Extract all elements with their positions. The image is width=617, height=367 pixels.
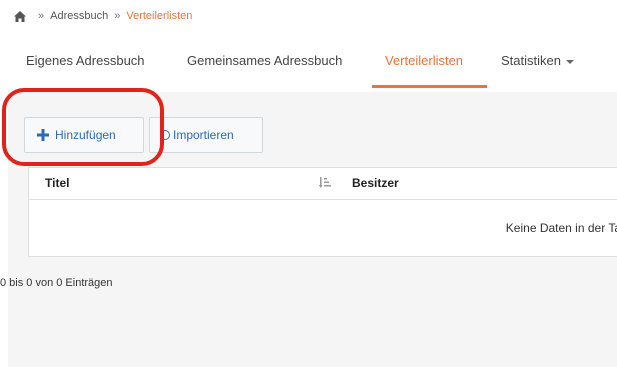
tab-statistiken-label: Statistiken (501, 53, 561, 68)
tab-bar: Eigenes Adressbuch Gemeinsames Adressbuc… (0, 40, 617, 88)
column-header-titel[interactable]: Titel (45, 168, 69, 198)
sort-icon[interactable] (319, 177, 331, 189)
empty-table-message: Keine Daten in der Ta (505, 221, 617, 235)
add-button[interactable]: Hinzufügen (24, 117, 144, 153)
breadcrumb-separator: » (114, 10, 121, 22)
home-icon[interactable] (14, 10, 26, 22)
content-panel: Hinzufügen Importieren Titel Besitzer Ke… (0, 92, 617, 367)
import-button-label: Importieren (173, 128, 234, 142)
column-header-besitzer[interactable]: Besitzer (352, 168, 399, 198)
breadcrumb-separator: » (38, 10, 45, 22)
plus-icon (37, 129, 49, 141)
distribution-list-table: Titel Besitzer Keine Daten in der Ta (28, 167, 617, 257)
breadcrumb-current: Verteilerlisten (126, 10, 193, 22)
table-info: 0 bis 0 von 0 Einträgen (0, 277, 113, 289)
breadcrumb-adressbuch[interactable]: Adressbuch (50, 10, 108, 22)
add-button-label: Hinzufügen (55, 128, 116, 142)
table-header: Titel Besitzer (29, 168, 617, 200)
tab-statistiken[interactable]: Statistiken (501, 40, 574, 85)
caret-down-icon (565, 59, 574, 64)
tab-verteilerlisten[interactable]: Verteilerlisten (385, 40, 463, 85)
tab-gemeinsames-adressbuch[interactable]: Gemeinsames Adressbuch (187, 40, 342, 85)
import-icon (160, 130, 170, 140)
active-tab-indicator (372, 85, 487, 88)
breadcrumb: » Adressbuch » Verteilerlisten (14, 9, 192, 23)
tab-eigenes-adressbuch[interactable]: Eigenes Adressbuch (26, 40, 145, 85)
import-button[interactable]: Importieren (149, 117, 263, 153)
